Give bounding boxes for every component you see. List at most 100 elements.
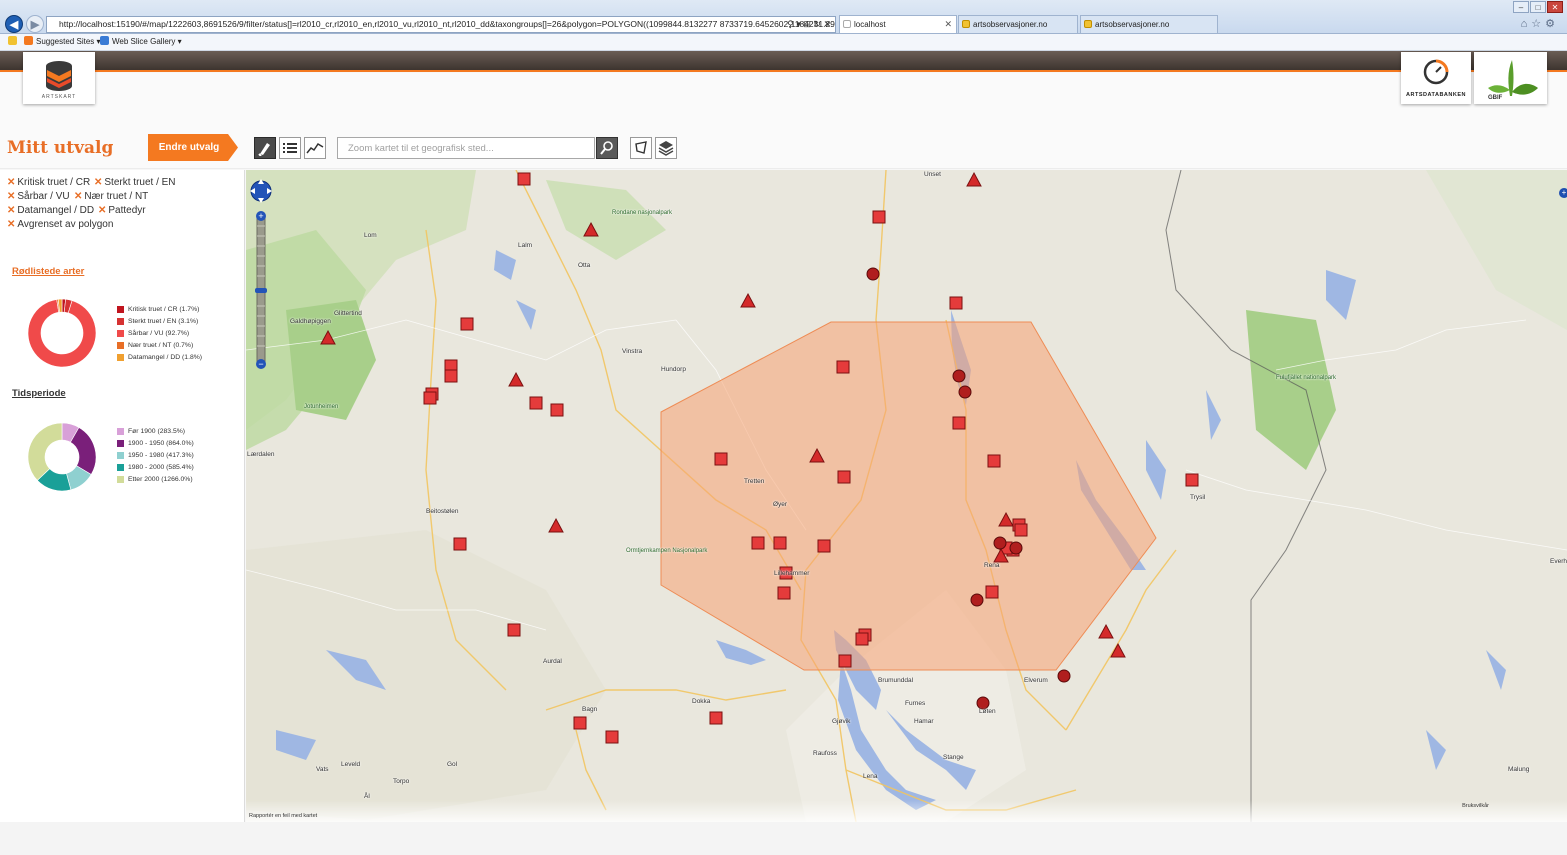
observation-square-marker[interactable] — [773, 536, 787, 550]
remove-filter-icon[interactable]: ✕ — [74, 191, 82, 202]
observation-square-marker[interactable] — [573, 716, 587, 730]
remove-filter-icon[interactable]: ✕ — [7, 191, 15, 202]
observation-square-marker[interactable] — [1014, 523, 1028, 537]
tab-artsobservasjoner-1[interactable]: artsobservasjoner.no — [958, 15, 1078, 33]
gbif-logo[interactable]: GBIF — [1474, 52, 1547, 104]
donut-slice[interactable] — [27, 422, 63, 481]
filter-chip-nt[interactable]: ✕ Nær truet / NT — [74, 191, 148, 202]
observation-square-marker[interactable] — [460, 317, 474, 331]
location-search-input[interactable] — [348, 138, 584, 158]
back-button[interactable]: ◀ — [5, 15, 23, 33]
report-map-error-link[interactable]: Rapportér en feil med kartet — [249, 813, 317, 819]
remove-filter-icon[interactable]: ✕ — [98, 205, 106, 216]
brush-button[interactable] — [254, 137, 276, 159]
tab-artsobservasjoner-2[interactable]: artsobservasjoner.no — [1080, 15, 1218, 33]
observation-square-marker[interactable] — [952, 416, 966, 430]
observation-square-marker[interactable] — [838, 654, 852, 668]
tab-label: artsobservasjoner.no — [973, 20, 1048, 29]
filter-chip-vu[interactable]: ✕ Sårbar / VU — [7, 191, 70, 202]
period-title[interactable]: Tidsperiode — [12, 388, 66, 399]
filter-chip-polygon[interactable]: ✕ Avgrenset av polygon — [7, 219, 113, 230]
list-view-button[interactable] — [279, 137, 301, 159]
map-view[interactable]: Unset Rondane nasjonalpark Lom Lalm Otta… — [246, 170, 1567, 822]
observation-square-marker[interactable] — [605, 730, 619, 744]
filter-chip-pattedyr[interactable]: ✕ Pattedyr — [98, 205, 146, 216]
observation-square-marker[interactable] — [872, 210, 886, 224]
svg-text:+: + — [258, 211, 263, 221]
address-bar[interactable]: http://localhost:15190/#/map/1222603,869… — [46, 16, 836, 33]
layers-button[interactable] — [655, 137, 677, 159]
suggested-sites-link[interactable]: Suggested Sites ▾ — [24, 34, 101, 50]
legend-item: Datamangel / DD (1.8%) — [117, 352, 202, 364]
observation-square-marker[interactable] — [507, 623, 521, 637]
chart-view-button[interactable] — [304, 137, 326, 159]
endre-utvalg-button[interactable]: Endre utvalg — [148, 134, 238, 161]
observation-square-marker[interactable] — [453, 537, 467, 551]
observation-square-marker[interactable] — [444, 369, 458, 383]
observation-circle-marker[interactable] — [993, 536, 1007, 550]
filter-chip-cr[interactable]: ✕ Kritisk truet / CR — [7, 177, 90, 188]
pan-control-icon[interactable] — [250, 179, 272, 203]
gbif-leaf-icon — [1488, 60, 1538, 96]
filter-chip-dd[interactable]: ✕ Datamangel / DD — [7, 205, 94, 216]
zoom-control[interactable]: + − — [249, 174, 273, 370]
observation-circle-marker[interactable] — [1057, 669, 1071, 683]
legend-swatch — [117, 476, 124, 484]
layers-icon — [658, 141, 674, 156]
remove-filter-icon[interactable]: ✕ — [7, 177, 15, 188]
observation-square-marker[interactable] — [751, 536, 765, 550]
close-tab-icon[interactable]: ✕ — [944, 16, 952, 33]
forward-button[interactable]: ▶ — [26, 15, 44, 33]
observation-square-marker[interactable] — [949, 296, 963, 310]
observation-square-marker[interactable] — [987, 454, 1001, 468]
observation-square-marker[interactable] — [709, 711, 723, 725]
observation-square-marker[interactable] — [837, 470, 851, 484]
observation-square-marker[interactable] — [423, 391, 437, 405]
redlist-title[interactable]: Rødlistede arter — [12, 266, 84, 277]
observation-square-marker[interactable] — [985, 585, 999, 599]
legend-label: 1980 - 2000 (585.4%) — [128, 464, 194, 472]
observation-square-marker[interactable] — [1185, 473, 1199, 487]
place-label: Otta — [578, 262, 591, 269]
settings-gear-icon[interactable]: ⚙ — [1545, 18, 1559, 30]
minimize-icon[interactable]: – — [1513, 1, 1529, 13]
observation-circle-marker[interactable] — [970, 593, 984, 607]
observation-circle-marker[interactable] — [952, 369, 966, 383]
remove-filter-icon[interactable]: ✕ — [7, 219, 15, 230]
observation-circle-marker[interactable] — [958, 385, 972, 399]
favorites-star-icon[interactable] — [8, 34, 20, 50]
artsdatabanken-logo[interactable]: ARTSDATABANKEN — [1401, 52, 1471, 104]
terms-link[interactable]: Bruksvilkår — [1462, 803, 1489, 809]
map-options-icon[interactable]: + — [1559, 188, 1567, 198]
filter-chip-en[interactable]: ✕ Sterkt truet / EN — [94, 177, 176, 188]
zoom-slider-handle[interactable] — [255, 288, 267, 293]
observation-square-marker[interactable] — [855, 632, 869, 646]
draw-polygon-button[interactable] — [630, 137, 652, 159]
observation-square-marker[interactable] — [714, 452, 728, 466]
observation-circle-marker[interactable] — [1009, 541, 1023, 555]
place-label: Everh — [1550, 558, 1567, 565]
home-icon[interactable]: ⌂ — [1521, 18, 1532, 30]
observation-square-marker[interactable] — [529, 396, 543, 410]
observation-square-marker[interactable] — [777, 586, 791, 600]
tab-localhost[interactable]: localhost ✕ — [839, 15, 957, 33]
map-canvas — [246, 170, 1567, 822]
observation-square-marker[interactable] — [550, 403, 564, 417]
remove-filter-icon[interactable]: ✕ — [7, 205, 15, 216]
artskart-logo[interactable]: ARTSKART — [23, 52, 95, 104]
list-icon — [283, 143, 297, 153]
maximize-icon[interactable]: □ — [1530, 1, 1546, 13]
observation-circle-marker[interactable] — [866, 267, 880, 281]
place-label: Gjøvik — [832, 718, 851, 725]
close-window-icon[interactable]: ✕ — [1547, 1, 1563, 13]
favorites-star-icon[interactable]: ☆ — [1531, 18, 1545, 30]
remove-filter-icon[interactable]: ✕ — [94, 177, 102, 188]
address-tools[interactable]: ⚲ ▾ ⊟ ↻ ✕ — [787, 17, 831, 32]
web-slice-gallery-link[interactable]: Web Slice Gallery ▾ — [100, 34, 182, 50]
address-url: http://localhost:15190/#/map/1222603,869… — [59, 19, 835, 29]
legend-item: 1980 - 2000 (585.4%) — [117, 462, 194, 474]
observation-square-marker[interactable] — [517, 172, 531, 186]
observation-square-marker[interactable] — [817, 539, 831, 553]
search-button[interactable] — [596, 137, 618, 159]
observation-square-marker[interactable] — [836, 360, 850, 374]
